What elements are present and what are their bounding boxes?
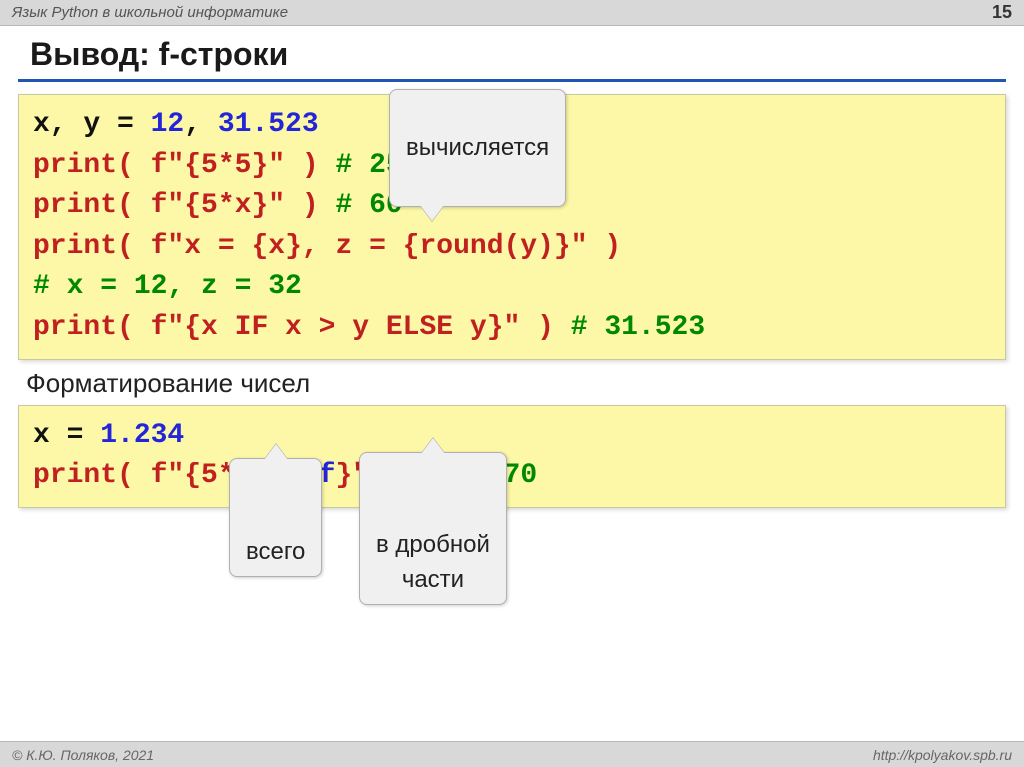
code-line: x = 1.234 xyxy=(33,416,991,457)
slide-footer: © К.Ю. Поляков, 2021 http://kpolyakov.sp… xyxy=(0,741,1024,767)
callout-total: всего xyxy=(229,458,322,576)
code-line: print( f"{5*x:0.3f}") // 6.170 xyxy=(33,456,991,497)
callout-total-label: всего xyxy=(246,538,305,565)
lecture-title: Язык Python в школьной информатике xyxy=(12,4,288,21)
slide-title: Вывод: f-строки xyxy=(0,26,1024,79)
callout-tail-up-icon xyxy=(264,444,288,460)
callout-fractional: в дробной части xyxy=(359,452,507,605)
callout-tail-up-icon xyxy=(421,438,445,454)
code-line: print( f"x = {x}, z = {round(y)}" ) xyxy=(33,227,991,268)
code-block-fstrings: вычисляется x, y = 12, 31.523 print( f"{… xyxy=(18,94,1006,360)
code-line: print( f"{x IF x > y ELSE y}" ) # 31.523 xyxy=(33,308,991,349)
callout-fractional-label: в дробной части xyxy=(376,531,490,593)
subheading-formatting: Форматирование чисел xyxy=(26,368,998,399)
callout-computed-label: вычисляется xyxy=(406,134,549,161)
footer-url: http://kpolyakov.spb.ru xyxy=(873,747,1012,763)
callout-tail-down-icon xyxy=(420,205,444,221)
page-number: 15 xyxy=(992,2,1012,23)
code-line: # x = 12, z = 32 xyxy=(33,267,991,308)
title-rule xyxy=(18,79,1006,82)
slide-header: Язык Python в школьной информатике 15 xyxy=(0,0,1024,26)
callout-computed: вычисляется xyxy=(389,89,566,207)
code-block-formatting: x = 1.234 print( f"{5*x:0.3f}") // 6.170… xyxy=(18,405,1006,508)
footer-copyright: © К.Ю. Поляков, 2021 xyxy=(12,747,154,763)
